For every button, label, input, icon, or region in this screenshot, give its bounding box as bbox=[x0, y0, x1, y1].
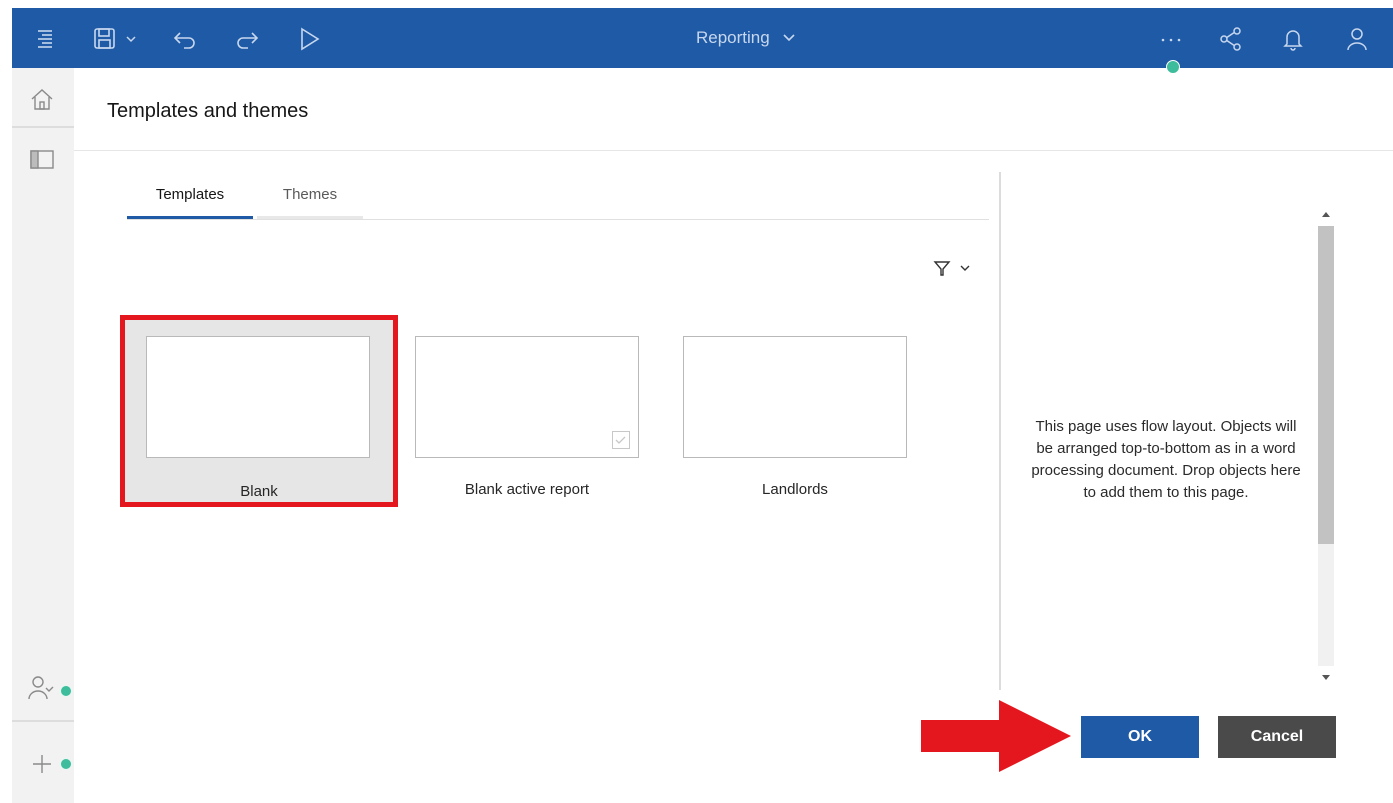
ok-button[interactable]: OK bbox=[1081, 716, 1199, 758]
menu-icon[interactable] bbox=[32, 26, 58, 52]
active-report-check-icon bbox=[612, 431, 630, 449]
template-card-blank[interactable]: Blank bbox=[120, 315, 398, 507]
tabs-underline bbox=[127, 219, 989, 220]
undo-icon[interactable] bbox=[172, 26, 198, 52]
template-thumbnail bbox=[146, 336, 370, 458]
template-card-blank-active-report[interactable]: Blank active report bbox=[389, 318, 639, 508]
panel-toggle-icon[interactable] bbox=[26, 144, 58, 176]
app-title[interactable]: Reporting bbox=[696, 26, 796, 50]
template-label: Landlords bbox=[762, 481, 828, 498]
add-icon[interactable] bbox=[26, 748, 58, 780]
user-status-dot bbox=[60, 685, 72, 697]
template-label: Blank bbox=[240, 483, 278, 500]
redo-icon[interactable] bbox=[234, 26, 260, 52]
share-icon[interactable] bbox=[1218, 26, 1244, 52]
status-dot bbox=[1166, 60, 1180, 74]
chevron-down-icon bbox=[960, 265, 970, 271]
chevron-down-icon bbox=[783, 34, 795, 42]
scroll-thumb[interactable] bbox=[1318, 226, 1334, 544]
scroll-up-icon[interactable] bbox=[1322, 212, 1330, 217]
preview-divider bbox=[999, 172, 1001, 690]
rail-divider bbox=[12, 126, 74, 128]
filter-icon bbox=[933, 261, 951, 276]
more-icon[interactable] bbox=[1158, 26, 1184, 52]
preview-scrollbar[interactable] bbox=[1316, 204, 1336, 688]
home-icon[interactable] bbox=[26, 84, 58, 116]
bell-icon[interactable] bbox=[1280, 26, 1306, 52]
template-label: Blank active report bbox=[464, 481, 590, 498]
cancel-button[interactable]: Cancel bbox=[1218, 716, 1336, 758]
save-icon[interactable] bbox=[92, 26, 118, 52]
template-card-landlords[interactable]: Landlords bbox=[657, 318, 907, 508]
top-bar: Reporting bbox=[12, 8, 1393, 68]
preview-description: This page uses flow layout. Objects will… bbox=[1031, 418, 1301, 501]
template-thumbnail bbox=[683, 336, 907, 458]
run-icon[interactable] bbox=[296, 26, 322, 52]
scroll-down-icon[interactable] bbox=[1322, 675, 1330, 680]
header-divider bbox=[74, 150, 1393, 151]
template-thumbnail bbox=[415, 336, 639, 458]
tab-themes[interactable]: Themes bbox=[257, 186, 363, 219]
add-status-dot bbox=[60, 758, 72, 770]
dialog-title: Templates and themes bbox=[107, 100, 309, 122]
tab-templates[interactable]: Templates bbox=[127, 186, 253, 219]
callout-arrow-icon bbox=[921, 700, 1071, 772]
filter-button[interactable] bbox=[932, 256, 972, 280]
app-title-label: Reporting bbox=[696, 28, 770, 47]
user-icon[interactable] bbox=[1344, 26, 1370, 52]
left-rail bbox=[12, 68, 74, 803]
save-menu-chevron-icon[interactable] bbox=[118, 26, 136, 52]
user-status-icon[interactable] bbox=[26, 672, 58, 704]
rail-divider bbox=[12, 720, 74, 722]
